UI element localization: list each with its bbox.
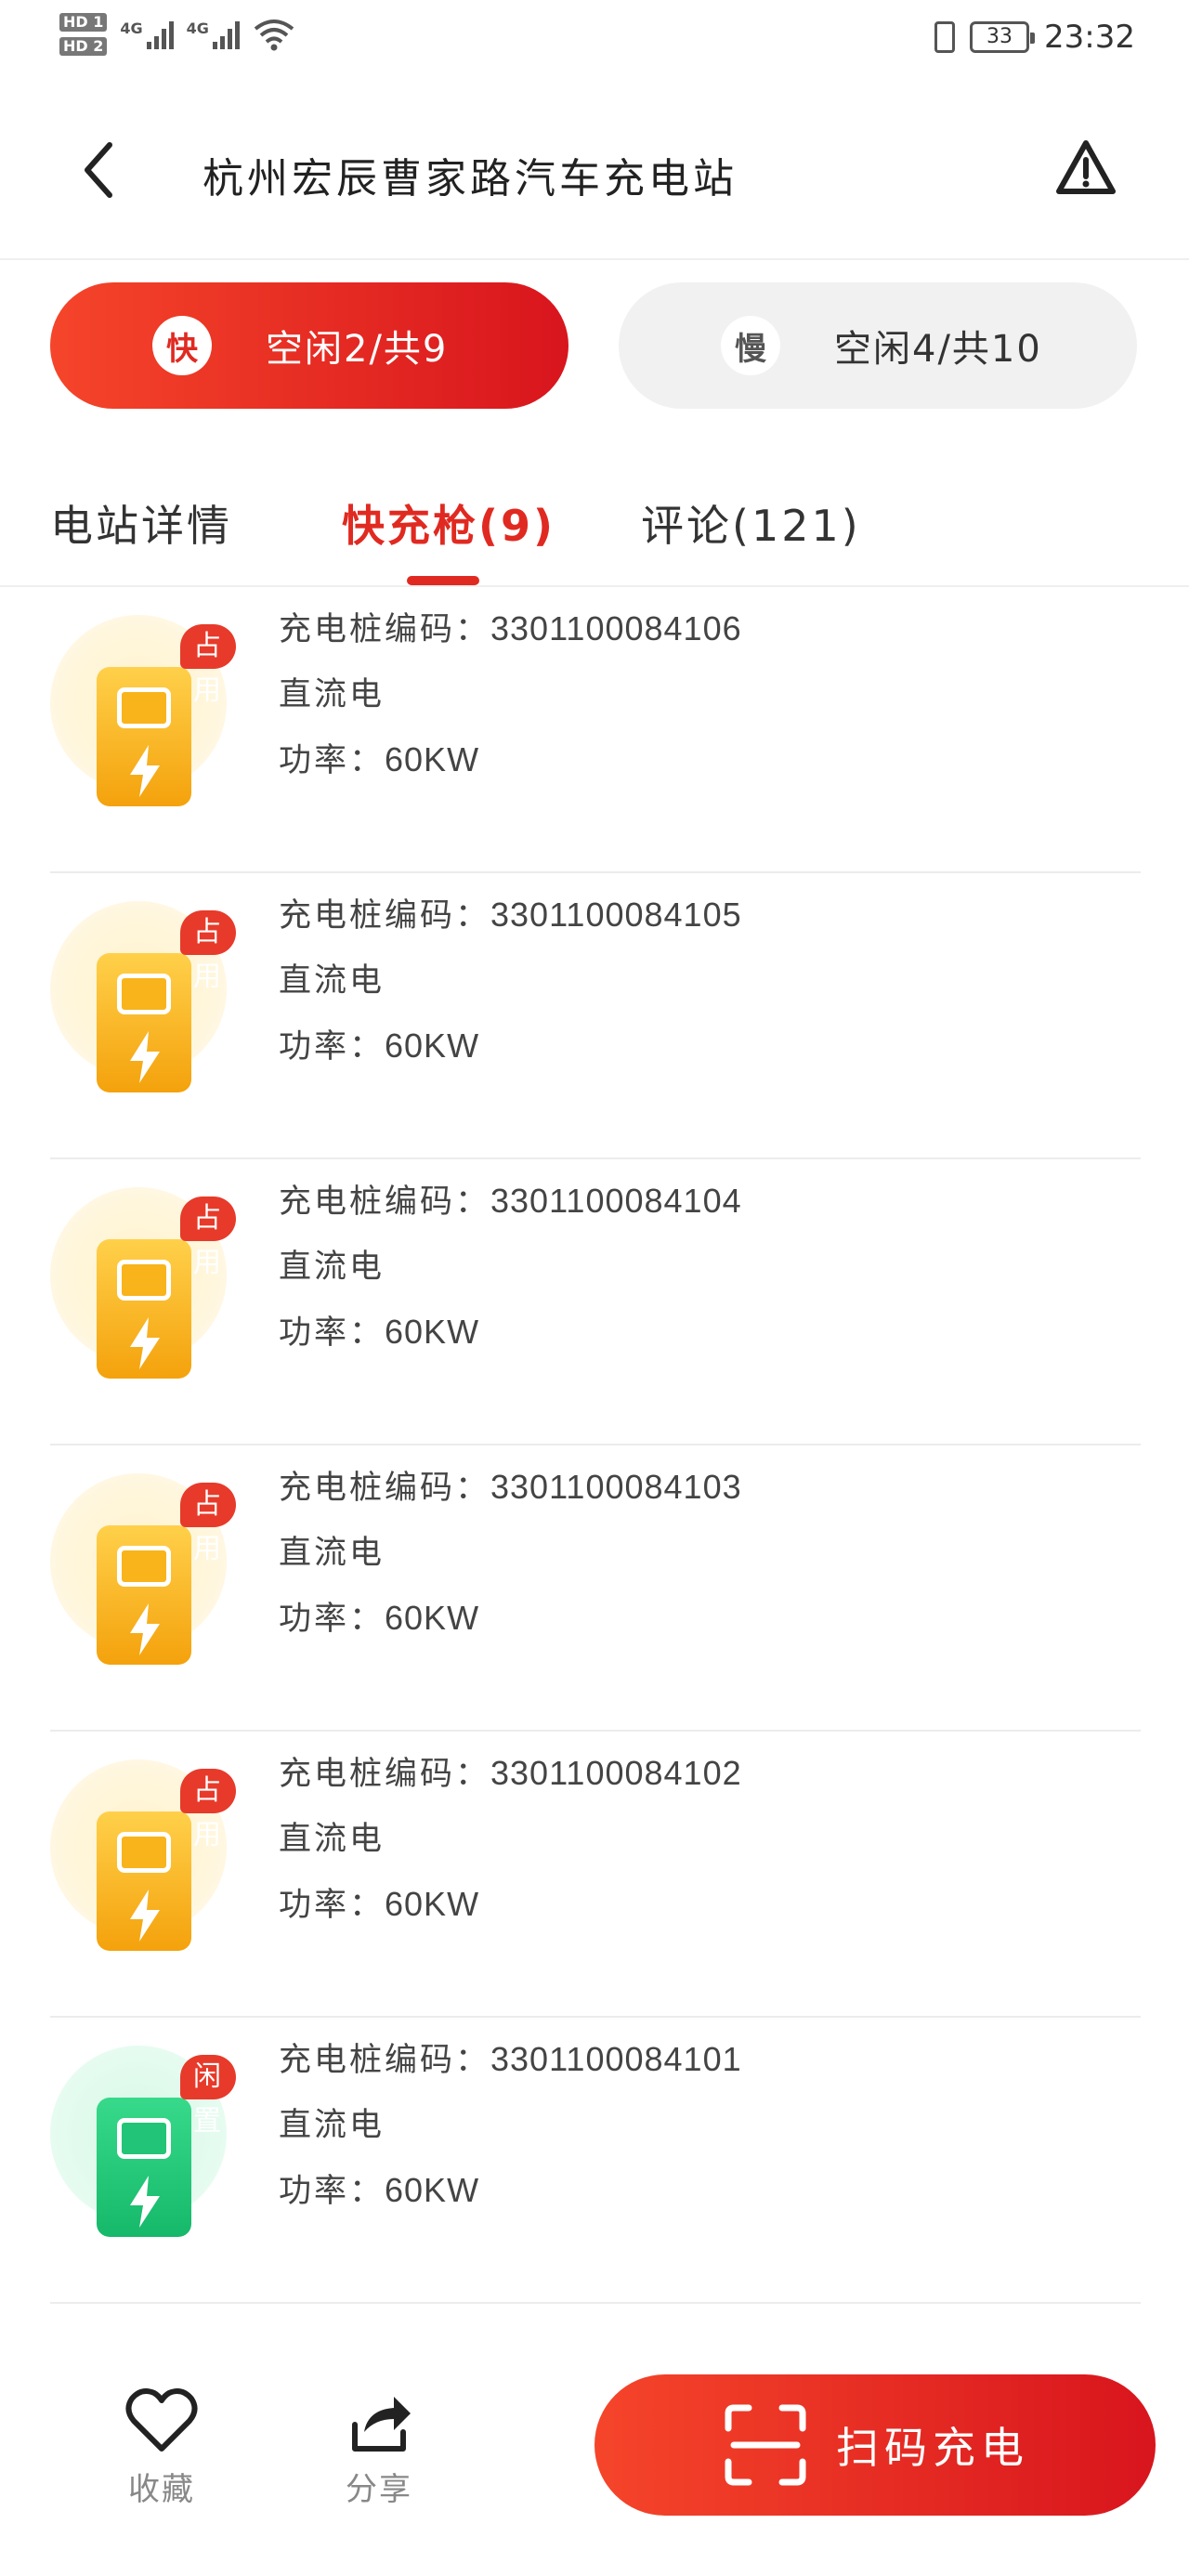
- tab-comments[interactable]: 评论(121): [641, 492, 861, 554]
- charger-code-row: 充电桩编码：3301100084105: [279, 896, 742, 935]
- charger-type: 直流电: [279, 962, 385, 1000]
- header-divider: [0, 258, 1189, 260]
- charger-status-icon-bg: 占用: [50, 1759, 236, 1951]
- charger-power: 60KW: [385, 1313, 480, 1351]
- fast-icon: 快: [152, 316, 212, 375]
- sim2-badge: HD 2: [59, 37, 108, 56]
- signal-2-icon: 4G: [187, 20, 240, 49]
- status-badge: 闲置: [180, 2055, 236, 2138]
- charger-icon: [97, 1525, 191, 1665]
- charger-item[interactable]: 占用 充电桩编码：3301100084102 直流电 功率：60KW: [50, 1732, 1141, 2018]
- charger-icon: [97, 667, 191, 806]
- charger-info: 充电桩编码：3301100084103 直流电 功率：60KW: [279, 1455, 742, 1652]
- charger-power-row: 功率：60KW: [279, 1313, 480, 1352]
- share-label: 分享: [346, 2471, 412, 2508]
- charger-status-icon-bg: 占用: [50, 901, 236, 1092]
- charger-power: 60KW: [385, 1599, 480, 1637]
- tab-fast-chargers[interactable]: 快充枪(9): [342, 492, 555, 554]
- charger-status-icon-bg: 占用: [50, 1473, 236, 1665]
- chevron-left-icon: [85, 142, 112, 198]
- share-icon: [352, 2397, 411, 2452]
- charger-type: 直流电: [279, 1821, 385, 1858]
- scan-icon: [725, 2404, 806, 2486]
- charger-power: 60KW: [385, 2171, 480, 2209]
- page-title: 杭州宏辰曹家路汽车充电站: [203, 155, 738, 203]
- charger-type: 直流电: [279, 676, 385, 713]
- wifi-icon: [254, 20, 294, 51]
- charger-power: 60KW: [385, 1026, 480, 1065]
- charger-power: 60KW: [385, 1885, 480, 1923]
- sim-indicators: HD 1 HD 2: [59, 13, 108, 56]
- charger-icon: [97, 1811, 191, 1951]
- favorite-label: 收藏: [128, 2471, 195, 2508]
- heart-icon: [125, 2388, 198, 2452]
- charger-code: 3301100084105: [490, 896, 742, 934]
- fast-charger-filter[interactable]: 快 空闲2/共9: [50, 282, 568, 409]
- fast-availability: 空闲2/共9: [266, 328, 449, 371]
- charger-power-row: 功率：60KW: [279, 1026, 480, 1066]
- charger-code-row: 充电桩编码：3301100084106: [279, 609, 742, 648]
- sim1-badge: HD 1: [59, 13, 108, 32]
- slow-availability: 空闲4/共10: [834, 328, 1042, 371]
- charger-info: 充电桩编码：3301100084101 直流电 功率：60KW: [279, 2027, 742, 2224]
- charger-code-row: 充电桩编码：3301100084103: [279, 1468, 742, 1507]
- back-button[interactable]: [74, 137, 130, 203]
- charger-status-icon-bg: 闲置: [50, 2046, 236, 2237]
- charger-type: 直流电: [279, 2107, 385, 2144]
- warning-icon: [1056, 140, 1116, 194]
- slow-charger-filter[interactable]: 慢 空闲4/共10: [619, 282, 1137, 409]
- charger-power-row: 功率：60KW: [279, 740, 480, 779]
- charger-icon: [97, 1239, 191, 1379]
- charger-code: 3301100084104: [490, 1182, 742, 1220]
- battery-icon: 33: [970, 21, 1036, 53]
- charger-type: 直流电: [279, 1535, 385, 1572]
- charger-power-row: 功率：60KW: [279, 1885, 480, 1924]
- report-button[interactable]: [1055, 137, 1117, 199]
- status-badge: 占用: [180, 1196, 236, 1279]
- status-badge: 占用: [180, 1769, 236, 1851]
- charger-type: 直流电: [279, 1249, 385, 1286]
- charger-info: 充电桩编码：3301100084106 直流电 功率：60KW: [279, 596, 742, 793]
- charger-info: 充电桩编码：3301100084104 直流电 功率：60KW: [279, 1169, 742, 1366]
- tab-station-details[interactable]: 电站详情: [50, 492, 232, 554]
- charger-icon: [97, 953, 191, 1092]
- charger-item[interactable]: 占用 充电桩编码：3301100084105 直流电 功率：60KW: [50, 873, 1141, 1159]
- charger-item[interactable]: 占用 充电桩编码：3301100084106 直流电 功率：60KW: [50, 587, 1141, 873]
- charger-icon: [97, 2098, 191, 2237]
- status-badge: 占用: [180, 910, 236, 993]
- header: 杭州宏辰曹家路汽车充电站: [0, 93, 1189, 260]
- charger-code-row: 充电桩编码：3301100084104: [279, 1182, 742, 1221]
- charger-code: 3301100084103: [490, 1468, 742, 1506]
- active-tab-indicator: [407, 576, 479, 585]
- favorite-button[interactable]: 收藏: [97, 2387, 227, 2509]
- charger-item[interactable]: 占用 充电桩编码：3301100084104 直流电 功率：60KW: [50, 1159, 1141, 1445]
- scan-charge-button[interactable]: 扫码充电: [594, 2374, 1156, 2516]
- charger-item[interactable]: 闲置 充电桩编码：3301100084101 直流电 功率：60KW: [50, 2018, 1141, 2304]
- share-button[interactable]: 分享: [314, 2387, 444, 2509]
- charger-code-row: 充电桩编码：3301100084101: [279, 2040, 742, 2079]
- charger-power-row: 功率：60KW: [279, 1599, 480, 1638]
- slow-icon: 慢: [721, 316, 780, 375]
- charger-item[interactable]: 占用 充电桩编码：3301100084103 直流电 功率：60KW: [50, 1445, 1141, 1732]
- charger-status-icon-bg: 占用: [50, 1187, 236, 1379]
- bottom-action-bar: 收藏 分享 扫码充电: [0, 2350, 1189, 2576]
- charger-code: 3301100084106: [490, 609, 742, 647]
- charger-code-row: 充电桩编码：3301100084102: [279, 1754, 742, 1793]
- charger-power: 60KW: [385, 740, 480, 778]
- signal-1-icon: 4G: [120, 20, 174, 49]
- clock: 23:32: [1044, 19, 1135, 56]
- scan-charge-label: 扫码充电: [836, 2423, 1029, 2473]
- status-badge: 占用: [180, 1483, 236, 1565]
- charger-code: 3301100084101: [490, 2040, 742, 2078]
- row-divider: [50, 2302, 1141, 2304]
- charger-code: 3301100084102: [490, 1754, 742, 1792]
- charger-info: 充电桩编码：3301100084102 直流电 功率：60KW: [279, 1741, 742, 1938]
- vibrate-icon: [934, 21, 956, 53]
- charger-info: 充电桩编码：3301100084105 直流电 功率：60KW: [279, 883, 742, 1079]
- status-badge: 占用: [180, 624, 236, 707]
- charger-power-row: 功率：60KW: [279, 2171, 480, 2210]
- charger-status-icon-bg: 占用: [50, 615, 236, 806]
- status-bar: HD 1 HD 2 4G 4G 33 23:32: [0, 0, 1189, 84]
